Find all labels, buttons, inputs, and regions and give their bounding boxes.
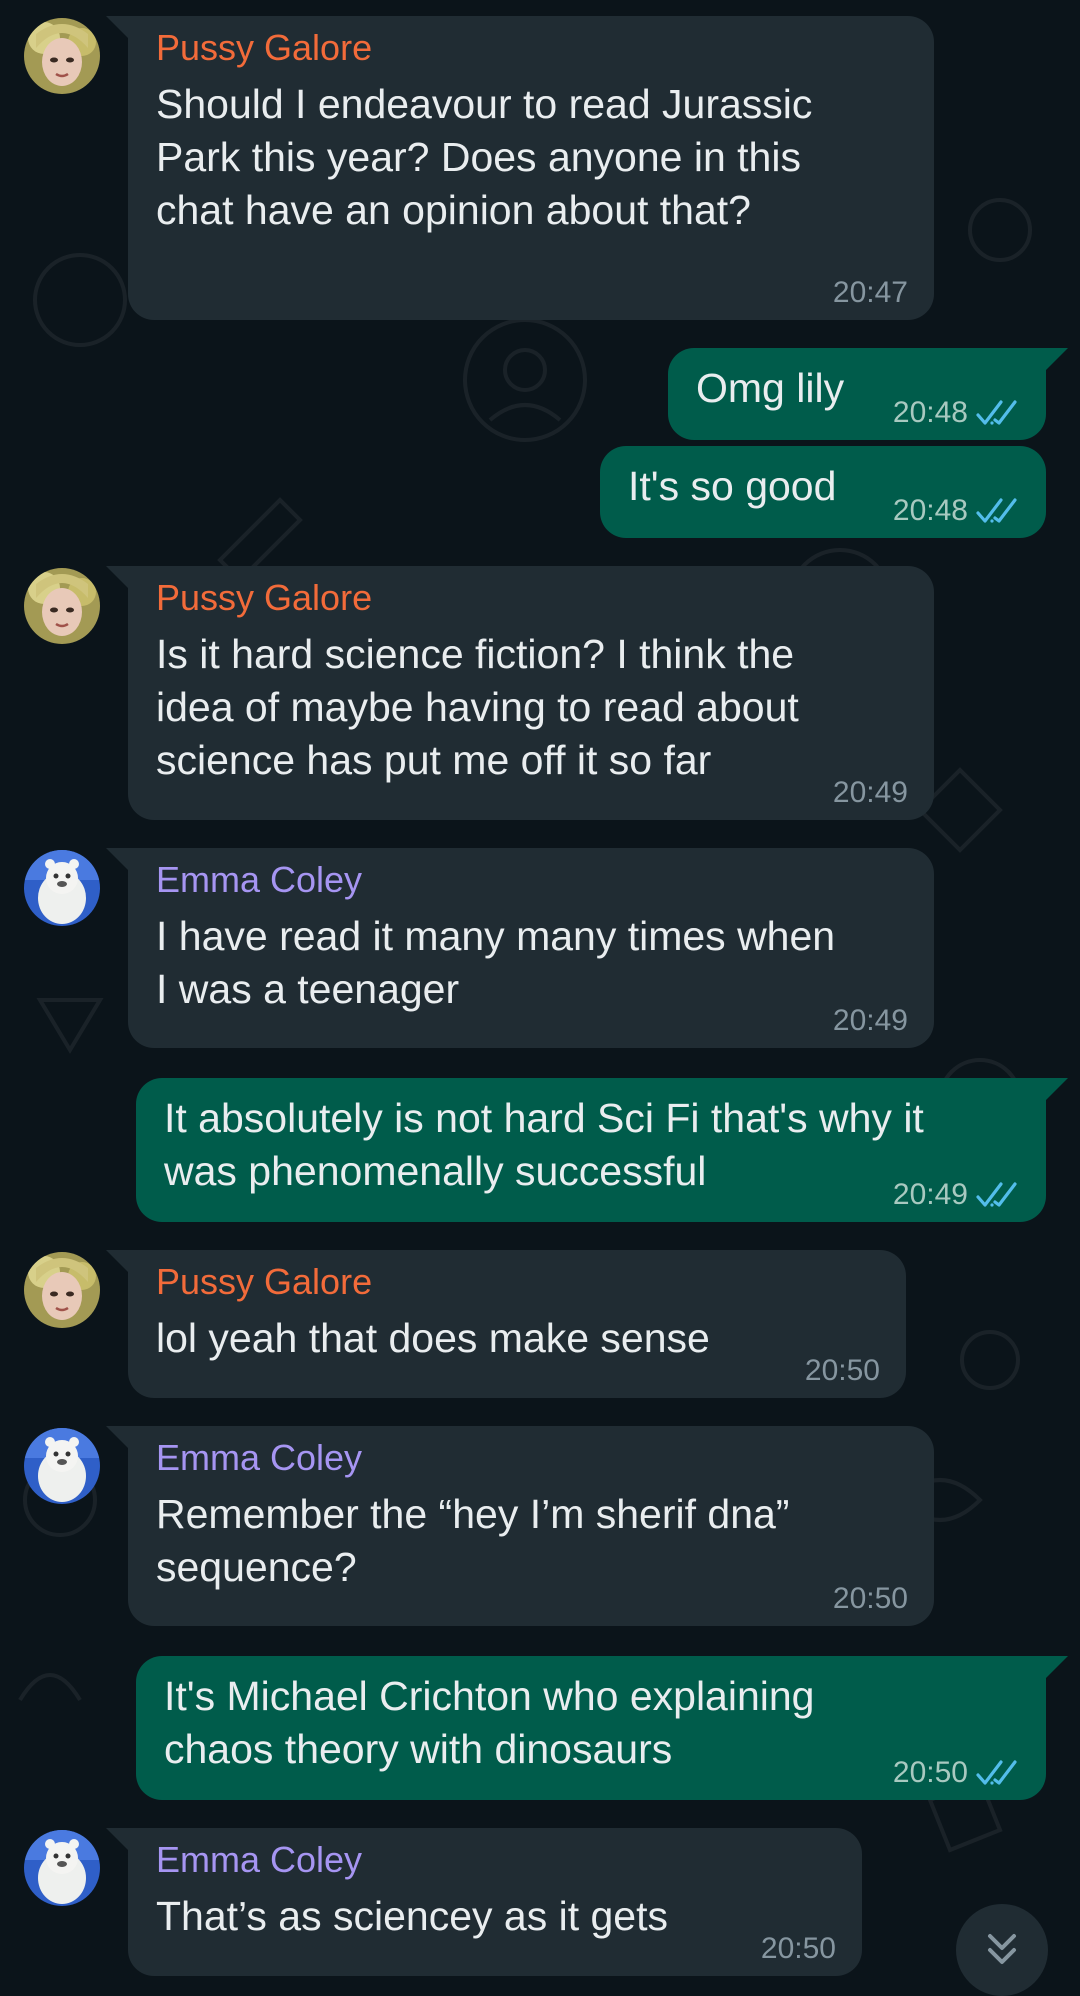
message-text-line: science has put me off it so far (156, 737, 712, 783)
bubble-tail (106, 1426, 128, 1448)
message-meta: 20:49 (833, 1004, 908, 1038)
message-text-line: was phenomenally successful (164, 1148, 707, 1194)
sender-name[interactable]: Emma Coley (156, 1838, 834, 1882)
bubble-tail (1046, 348, 1068, 370)
message-text-line: It absolutely is not hard Sci Fi that's … (164, 1095, 924, 1141)
avatar-emma-coley[interactable] (24, 1830, 100, 1906)
message-list[interactable]: Pussy Galore Should I endeavour to read J… (0, 0, 1080, 1990)
avatar-pussy-galore[interactable] (24, 18, 100, 94)
outgoing-message-bubble[interactable]: It absolutely is not hard Sci Fi that's … (136, 1078, 1046, 1222)
bubble-tail (106, 1828, 128, 1850)
incoming-message-bubble[interactable]: Emma Coley That’s as sciencey as it gets 2… (128, 1828, 862, 1976)
read-double-check-icon (976, 498, 1017, 523)
message-text-line: That’s as sciencey as it gets (156, 1893, 668, 1939)
message-text-line: idea of maybe having to read about (156, 684, 799, 730)
message-text-line: Park this year? Does anyone in this (156, 134, 801, 180)
avatar-pussy-galore[interactable] (24, 1252, 100, 1328)
outgoing-message-bubble[interactable]: Omg lily 20:48 (668, 348, 1046, 440)
sender-name[interactable]: Emma Coley (156, 1436, 906, 1480)
message-meta: 20:48 (893, 396, 1020, 430)
message-text-line: I was a teenager (156, 966, 460, 1012)
message-timestamp: 20:49 (832, 1004, 908, 1037)
message-meta: 20:49 (833, 776, 908, 810)
message-timestamp: 20:49 (832, 776, 908, 809)
message-text-line: chat have an opinion about that? (156, 187, 751, 233)
message-timestamp: 20:49 (892, 1178, 968, 1211)
incoming-message-bubble[interactable]: Emma Coley I have read it many many times… (128, 848, 934, 1048)
bubble-tail (1046, 1656, 1068, 1678)
read-double-check-icon (976, 1182, 1017, 1207)
sender-name[interactable]: Pussy Galore (156, 576, 906, 620)
incoming-message-bubble[interactable]: Pussy Galore Should I endeavour to read J… (128, 16, 934, 320)
message-text-line: lol yeah that does make sense (156, 1315, 710, 1361)
message-meta: 20:49 (893, 1178, 1020, 1212)
message-meta: 20:47 (833, 276, 908, 310)
incoming-message-bubble[interactable]: Pussy Galore Is it hard science fiction? … (128, 566, 934, 820)
message-timestamp: 20:50 (892, 1756, 968, 1789)
bubble-tail (106, 16, 128, 38)
outgoing-message-bubble[interactable]: It's so good 20:48 (600, 446, 1046, 538)
sender-name[interactable]: Pussy Galore (156, 26, 906, 70)
message-text-line: Remember the “hey I’m sherif dna” (156, 1491, 790, 1537)
message-text-line: chaos theory with dinosaurs (164, 1726, 673, 1772)
message-meta: 20:48 (893, 494, 1020, 528)
message-meta: 20:50 (833, 1582, 908, 1616)
read-double-check-icon (976, 400, 1017, 425)
bubble-tail (106, 1250, 128, 1272)
outgoing-message-bubble[interactable]: It's Michael Crichton who explaining chao… (136, 1656, 1046, 1800)
incoming-message-bubble[interactable]: Emma Coley Remember the “hey I’m sherif d… (128, 1426, 934, 1626)
avatar-emma-coley[interactable] (24, 1428, 100, 1504)
message-text-line: It's Michael Crichton who explaining (164, 1673, 815, 1719)
read-double-check-icon (976, 1760, 1017, 1785)
message-timestamp: 20:50 (804, 1354, 880, 1387)
message-text-line: sequence? (156, 1544, 357, 1590)
message-text-line: Is it hard science fiction? I think the (156, 631, 795, 677)
sender-name[interactable]: Emma Coley (156, 858, 906, 902)
message-timestamp: 20:47 (832, 276, 908, 309)
message-timestamp: 20:48 (892, 396, 968, 429)
scroll-to-bottom-button[interactable] (956, 1904, 1048, 1996)
sender-name[interactable]: Pussy Galore (156, 1260, 878, 1304)
bubble-tail (106, 566, 128, 588)
bubble-tail (106, 848, 128, 870)
incoming-message-bubble[interactable]: Pussy Galore lol yeah that does make sens… (128, 1250, 906, 1398)
double-chevron-down-icon (988, 1934, 1016, 1964)
message-text-line: I have read it many many times when (156, 913, 836, 959)
message-timestamp: 20:48 (892, 494, 968, 527)
message-meta: 20:50 (761, 1932, 836, 1966)
bubble-tail (1046, 1078, 1068, 1100)
message-text-line: Should I endeavour to read Jurassic (156, 81, 813, 127)
message-meta: 20:50 (805, 1354, 880, 1388)
message-meta: 20:50 (893, 1756, 1020, 1790)
avatar-emma-coley[interactable] (24, 850, 100, 926)
avatar-pussy-galore[interactable] (24, 568, 100, 644)
message-timestamp: 20:50 (832, 1582, 908, 1615)
message-timestamp: 20:50 (760, 1932, 836, 1965)
